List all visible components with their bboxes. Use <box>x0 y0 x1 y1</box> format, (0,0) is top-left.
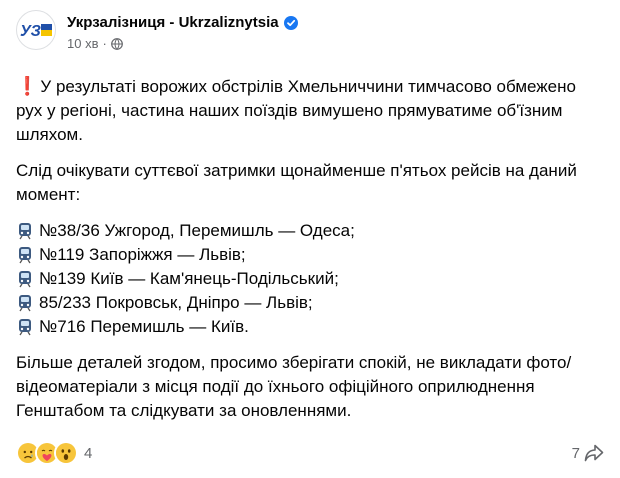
reaction-count[interactable]: 4 <box>84 445 92 462</box>
post-paragraph-3: Більше деталей згодом, просимо зберігати… <box>16 353 572 420</box>
globe-icon[interactable] <box>110 37 123 50</box>
red-exclamation-icon: ❗ <box>16 76 39 96</box>
meta-separator: · <box>102 36 107 51</box>
train-icon <box>16 246 36 264</box>
route-text: №119 Запоріжжя — Львів; <box>39 245 246 264</box>
route-text: №139 Київ — Кам'янець-Подільський; <box>39 269 339 288</box>
train-icon <box>16 270 36 288</box>
share-count[interactable]: 7 <box>572 445 580 462</box>
route-text: 85/233 Покровськ, Дніпро — Львів; <box>39 293 313 312</box>
route-item: 85/233 Покровськ, Дніпро — Львів; <box>16 291 606 315</box>
route-item: №119 Запоріжжя — Львів; <box>16 243 606 267</box>
post-timestamp[interactable]: 10 хв <box>67 36 98 51</box>
routes-list: №38/36 Ужгород, Перемишль — Одеса; №119 … <box>16 219 606 339</box>
post-paragraph-2: Слід очікувати суттєвої затримки щонайме… <box>16 161 577 204</box>
wow-emoji-icon <box>54 441 78 465</box>
reactions-summary[interactable]: 4 <box>16 441 92 465</box>
facebook-post: УЗ Укрзалізниця - Ukrzaliznytsia 10 хв · <box>0 0 620 478</box>
page-name[interactable]: Укрзалізниця - Ukrzaliznytsia <box>67 14 279 31</box>
page-avatar[interactable]: УЗ <box>16 10 56 50</box>
route-text: №38/36 Ужгород, Перемишль — Одеса; <box>39 221 355 240</box>
post-footer: 4 7 <box>16 440 604 466</box>
route-item: №716 Перемишль — Київ. <box>16 315 606 339</box>
route-item: №139 Київ — Кам'янець-Подільський; <box>16 267 606 291</box>
post-body: ❗ У результаті ворожих обстрілів Хмельнич… <box>16 74 606 435</box>
train-icon <box>16 318 36 336</box>
svg-text:УЗ: УЗ <box>20 23 41 40</box>
train-icon <box>16 294 36 312</box>
share-arrow-icon[interactable] <box>584 444 604 462</box>
post-header: УЗ Укрзалізниця - Ukrzaliznytsia 10 хв · <box>16 10 298 51</box>
ukrzaliznytsia-logo: УЗ <box>20 23 52 40</box>
verified-badge-icon <box>283 15 298 30</box>
route-item: №38/36 Ужгород, Перемишль — Одеса; <box>16 219 606 243</box>
route-text: №716 Перемишль — Київ. <box>39 317 249 336</box>
post-paragraph-1: ❗ У результаті ворожих обстрілів Хмельнич… <box>16 74 606 147</box>
train-icon <box>16 222 36 240</box>
paragraph-1-text: У результаті ворожих обстрілів Хмельничч… <box>16 77 576 144</box>
shares-summary[interactable]: 7 <box>572 444 604 462</box>
